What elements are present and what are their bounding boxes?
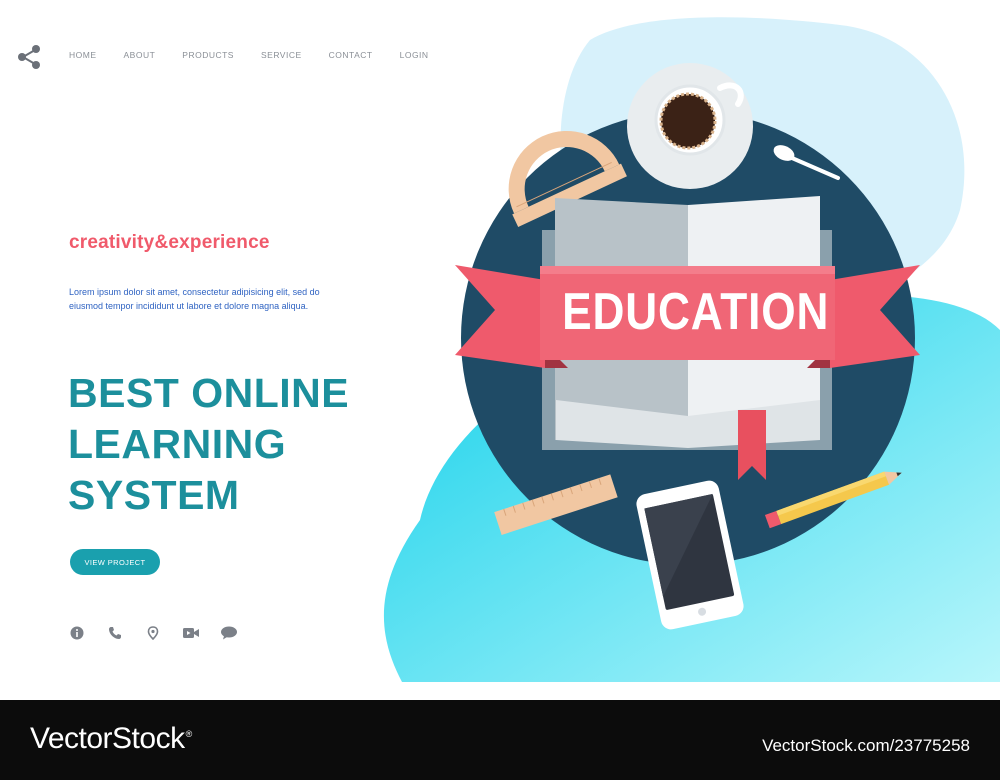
chat-icon[interactable] [220,624,238,642]
banner-text: EDUCATION [562,283,830,341]
brand-name: VectorStock [30,722,185,755]
nav-login[interactable]: LOGIN [400,50,429,60]
share-icon[interactable] [16,44,42,70]
brand-mark: ® [185,729,193,739]
stock-id: VectorStock.com/23775258 [762,736,970,755]
info-icon[interactable] [68,624,86,642]
coffee-cup-icon [627,63,753,189]
headline-line-2: LEARNING [68,421,287,467]
nav-about[interactable]: ABOUT [124,50,156,60]
vectorstock-logo: VectorStock® [30,722,192,756]
video-icon[interactable] [182,624,200,642]
phone-icon[interactable] [106,624,124,642]
education-illustration [383,17,1000,682]
headline-line-3: SYSTEM [68,472,240,518]
hero-headline: BEST ONLINE LEARNING SYSTEM [68,368,388,521]
hero-body-text: Lorem ipsum dolor sit amet, consectetur … [69,287,320,311]
view-project-button[interactable]: VIEW PROJECT [70,549,160,575]
nav-products[interactable]: PRODUCTS [182,50,234,60]
landing-page: EDUCATION HOME ABOUT PRODUCTS SERVICE CO… [0,0,1000,700]
nav-contact[interactable]: CONTACT [329,50,373,60]
main-nav: HOME ABOUT PRODUCTS SERVICE CONTACT LOGI… [69,50,456,60]
hero-tagline: creativity&experience [69,232,270,253]
nav-service[interactable]: SERVICE [261,50,302,60]
vectorstock-footer: VectorStock® VectorStock.com/23775258 [0,700,1000,780]
nav-home[interactable]: HOME [69,50,97,60]
location-icon[interactable] [144,624,162,642]
headline-line-1: BEST ONLINE [68,370,350,416]
contact-icons-row [68,624,258,642]
